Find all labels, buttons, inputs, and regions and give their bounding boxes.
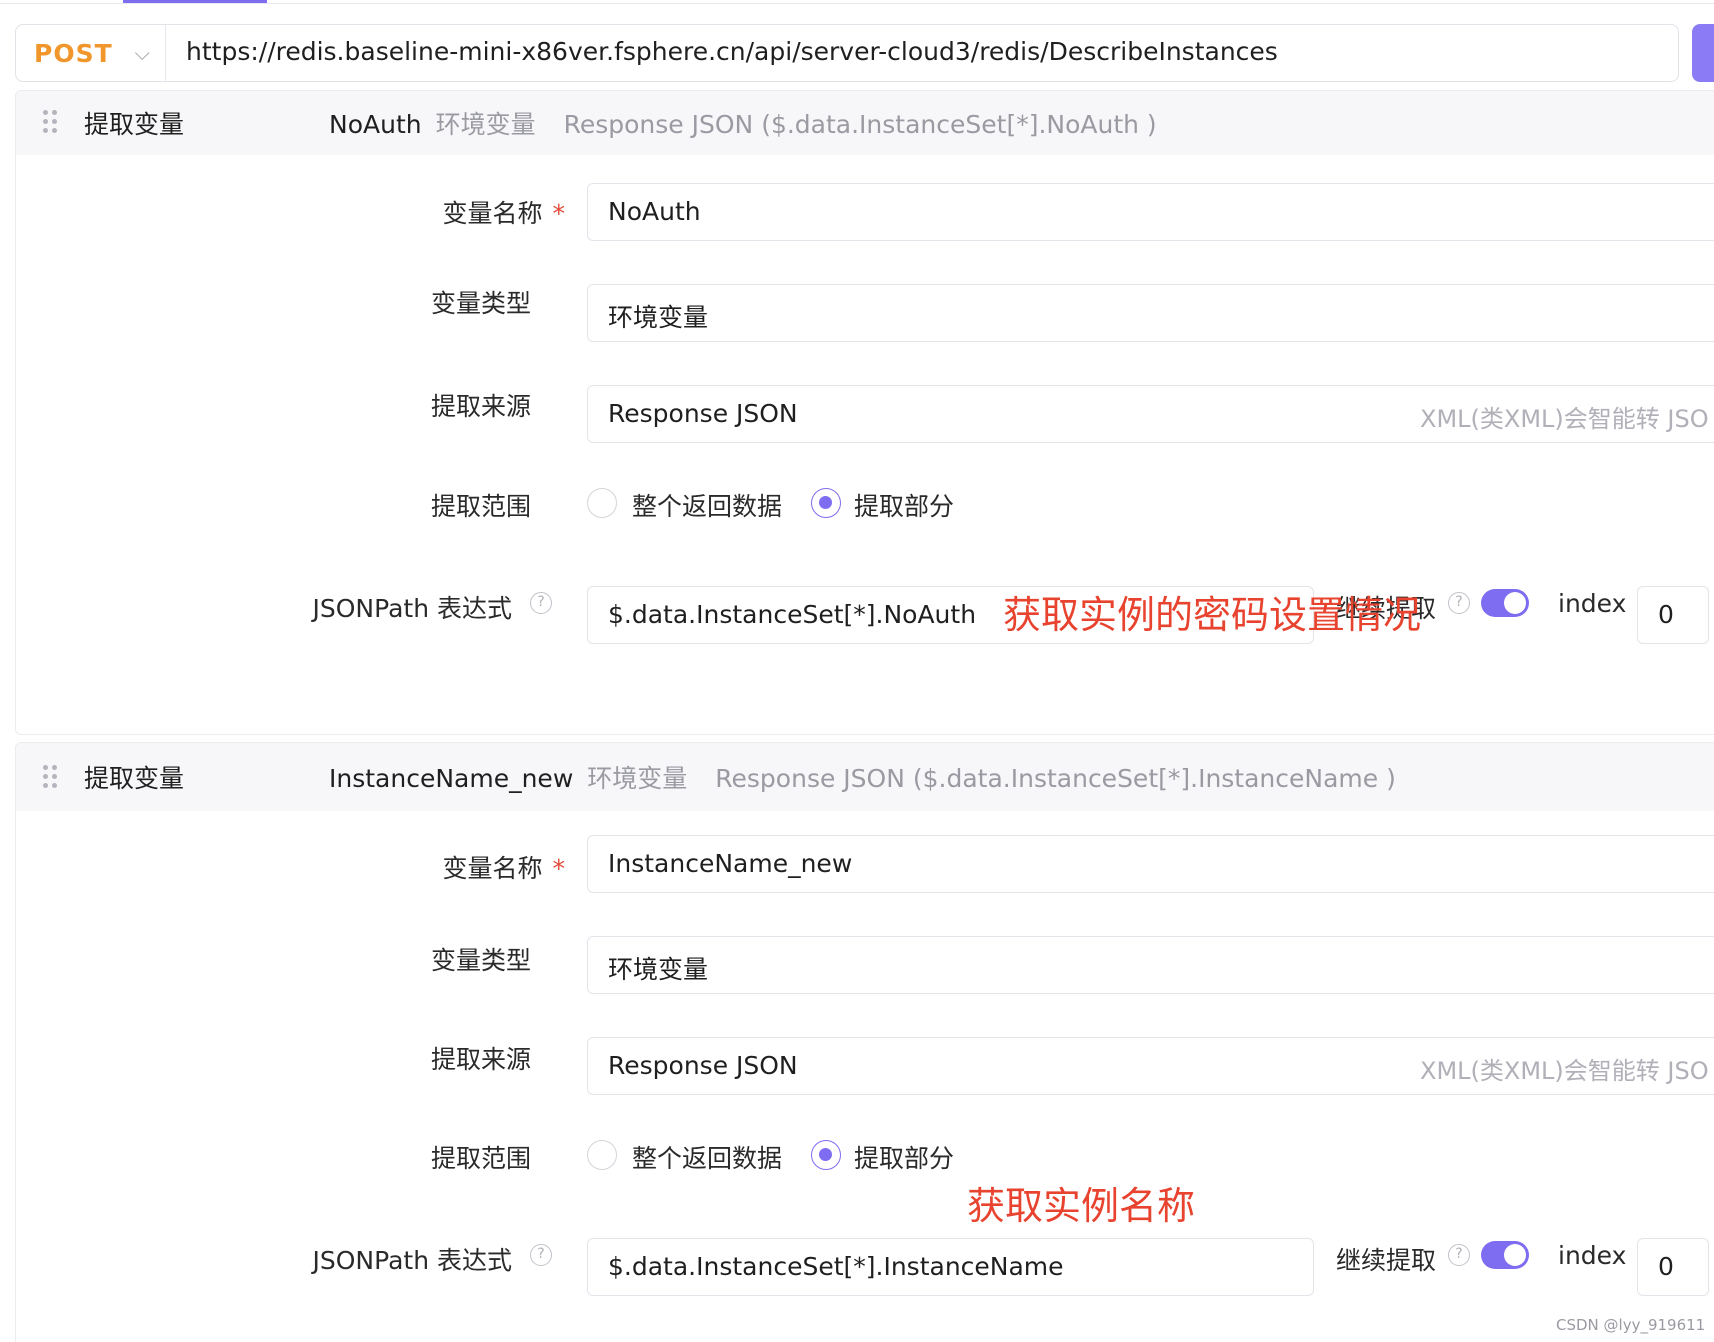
source-select[interactable]: Response JSON XML(类XML)会智能转 JSO [587, 385, 1714, 443]
request-url-bar: POST ⌵ https://redis.baseline-mini-x86ve… [15, 24, 1679, 82]
var-type-label: 变量类型 [430, 946, 531, 975]
source-label: 提取来源 [430, 1045, 531, 1074]
extractor-title: 提取变量 [84, 110, 185, 139]
annotation-text: 获取实例的密码设置情况 [1003, 593, 1422, 637]
method-select[interactable]: POST ⌵ [16, 25, 166, 81]
scope-label: 提取范围 [430, 492, 531, 521]
jsonpath-label: JSONPath 表达式 [312, 594, 513, 623]
jsonpath-label: JSONPath 表达式 [312, 1246, 513, 1275]
scope-label: 提取范围 [430, 1144, 531, 1173]
scope-option-partial: 提取部分 [854, 1144, 955, 1173]
var-type-select[interactable]: 环境变量 [587, 284, 1714, 342]
extractor-summary: NoAuth 环境变量 Response JSON ($.data.Instance… [329, 105, 1157, 141]
index-input[interactable]: 0 [1637, 586, 1709, 644]
extractor-name: InstanceName_new [329, 764, 574, 793]
var-name-label: 变量名称 * [442, 854, 565, 883]
scope-radio-whole[interactable] [587, 488, 617, 518]
var-type-label: 变量类型 [430, 289, 531, 318]
help-icon[interactable]: ? [530, 592, 552, 614]
continue-toggle[interactable] [1481, 589, 1529, 617]
scope-radio-whole[interactable] [587, 1140, 617, 1170]
scope-option-whole: 整个返回数据 [632, 492, 783, 521]
extractor-card: 提取变量 InstanceName_new 环境变量 Response JSON (… [15, 742, 1714, 1342]
extractor-source: Response JSON ($.data.InstanceSet[*].NoA… [563, 110, 1157, 139]
url-input[interactable]: https://redis.baseline-mini-x86ver.fsphe… [186, 37, 1278, 66]
extractor-name: NoAuth [329, 110, 422, 139]
source-select[interactable]: Response JSON XML(类XML)会智能转 JSO [587, 1037, 1714, 1095]
source-hint: XML(类XML)会智能转 JSO [1420, 1057, 1709, 1085]
scope-radio-partial[interactable] [811, 1140, 841, 1170]
scope-option-partial: 提取部分 [854, 492, 955, 521]
send-button[interactable] [1692, 24, 1714, 82]
help-icon[interactable]: ? [1448, 1244, 1470, 1266]
active-tab-indicator [123, 0, 267, 3]
extractor-type: 环境变量 [435, 110, 536, 139]
var-name-input[interactable]: InstanceName_new [587, 835, 1714, 893]
help-icon[interactable]: ? [1448, 592, 1470, 614]
continue-label: 继续提取 [1336, 1246, 1437, 1275]
annotation-text: 获取实例名称 [967, 1184, 1196, 1228]
watermark: CSDN @lyy_919611 [1556, 1316, 1706, 1334]
extractor-title: 提取变量 [84, 764, 185, 793]
continue-toggle[interactable] [1481, 1241, 1529, 1269]
extractor-type: 环境变量 [587, 764, 688, 793]
extractor-source: Response JSON ($.data.InstanceSet[*].Ins… [715, 764, 1396, 793]
drag-handle-icon[interactable] [43, 110, 57, 134]
extractor-summary: InstanceName_new 环境变量 Response JSON ($.dat… [329, 759, 1396, 795]
source-hint: XML(类XML)会智能转 JSO [1420, 405, 1709, 433]
extractor-header[interactable]: 提取变量 NoAuth 环境变量 Response JSON ($.data.Ins… [16, 91, 1714, 155]
extractor-header[interactable]: 提取变量 InstanceName_new 环境变量 Response JSON (… [16, 743, 1714, 811]
source-label: 提取来源 [430, 392, 531, 421]
extractor-card: 提取变量 NoAuth 环境变量 Response JSON ($.data.Ins… [15, 90, 1714, 735]
jsonpath-input[interactable]: $.data.InstanceSet[*].InstanceName [587, 1238, 1314, 1296]
method-label: POST [34, 38, 113, 68]
index-input[interactable]: 0 [1637, 1238, 1709, 1296]
var-name-label: 变量名称 * [442, 199, 565, 228]
index-label: index [1558, 1241, 1627, 1270]
drag-handle-icon[interactable] [43, 765, 57, 789]
var-type-select[interactable]: 环境变量 [587, 936, 1714, 994]
help-icon[interactable]: ? [530, 1244, 552, 1266]
chevron-down-icon: ⌵ [134, 41, 150, 65]
scope-radio-partial[interactable] [811, 488, 841, 518]
var-name-input[interactable]: NoAuth [587, 183, 1714, 241]
scope-option-whole: 整个返回数据 [632, 1144, 783, 1173]
index-label: index [1558, 589, 1627, 618]
